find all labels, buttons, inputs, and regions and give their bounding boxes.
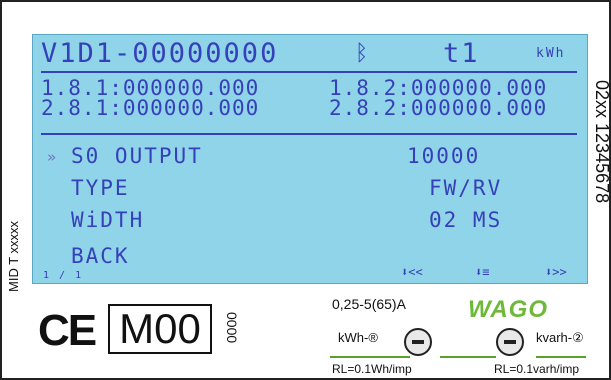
menu-value-s0-output: 10000 (407, 144, 481, 168)
serial-label-container: 02xx 12345678 (586, 80, 611, 240)
mid-label: MID T xxxxx (6, 220, 21, 292)
kwh-led-icon (404, 328, 432, 356)
bluetooth-icon: ᛒ (355, 41, 371, 66)
green-line-left (330, 356, 410, 358)
tariff-text: t1 (443, 38, 480, 69)
small-number-container: 0000 (224, 312, 244, 356)
menu-item-type[interactable]: TYPE (71, 177, 130, 199)
page-indicator: 1 / 1 (43, 270, 84, 281)
separator-bottom (41, 133, 577, 135)
current-rating: 0,25-5(65)A (332, 296, 406, 312)
nav-prev-icon[interactable]: ⬇<< (401, 265, 423, 279)
menu-value-width: 02 MS (429, 208, 503, 232)
version-text: V1D1-00000000 (41, 38, 279, 69)
menu-item-s0-output[interactable]: S0 OUTPUT (71, 145, 203, 167)
rl-kvarh-label: RL=0.1varh/imp (494, 362, 580, 376)
small-number: 0000 (224, 312, 240, 344)
register-2-8-1: 2.8.1:000000.000 (41, 96, 260, 120)
rl-kwh-label: RL=0.1Wh/imp (332, 362, 412, 376)
separator-top (41, 71, 577, 73)
green-line-middle (440, 356, 496, 358)
green-line-right (536, 356, 586, 358)
menu-value-type: FW/RV (429, 176, 503, 200)
kvarh-led-icon (496, 328, 524, 356)
lcd-display: V1D1-00000000 ᛒ t1 kWh 1.8.1:000000.000 … (32, 34, 588, 284)
nav-next-icon[interactable]: ⬇>> (545, 265, 567, 279)
unit-text: kWh (536, 46, 566, 61)
register-2-8-2: 2.8.2:000000.000 (329, 96, 548, 120)
menu-cursor: » (47, 148, 59, 166)
serial-label: 02xx 12345678 (592, 80, 611, 204)
menu-item-back[interactable]: BACK (71, 245, 130, 267)
nav-menu-icon[interactable]: ⬇≡ (475, 265, 489, 279)
kwh-led-label: kWh-® (338, 330, 378, 345)
kvarh-led-label: kvarh-② (536, 330, 584, 345)
menu-item-width[interactable]: WiDTH (71, 209, 144, 231)
ce-mark: CE (38, 306, 97, 355)
mid-label-container: MID T xxxxx (4, 200, 28, 310)
m00-mark: M00 (108, 304, 212, 354)
wago-logo: WAGO (468, 296, 548, 323)
